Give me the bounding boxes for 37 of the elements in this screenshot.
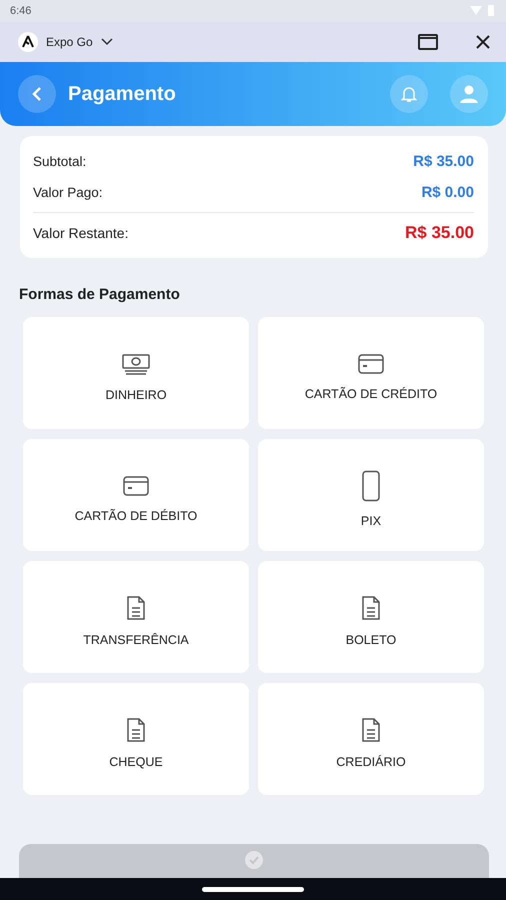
summary-label: Valor Restante: — [33, 224, 128, 240]
cash-icon — [121, 352, 151, 376]
app-name: Expo Go — [46, 35, 93, 49]
status-icons — [470, 5, 496, 17]
payment-method-button[interactable]: DINHEIRO — [23, 317, 249, 429]
summary-value: R$ 35.00 — [405, 222, 474, 242]
summary-label: Subtotal: — [33, 154, 86, 169]
document-icon — [361, 595, 381, 621]
credit-card-icon — [357, 353, 385, 375]
chevron-down-icon[interactable] — [100, 38, 113, 46]
close-icon[interactable] — [476, 35, 490, 49]
payment-method-button[interactable]: TRANSFERÊNCIA — [23, 561, 249, 673]
document-icon — [126, 717, 146, 743]
payment-method-button[interactable]: BOLETO — [258, 561, 484, 673]
page-title: Pagamento — [68, 82, 177, 106]
payment-method-button[interactable]: CHEQUE — [23, 683, 249, 795]
status-time: 6:46 — [10, 5, 32, 17]
summary-value: R$ 35.00 — [413, 153, 474, 170]
back-button[interactable] — [18, 75, 56, 113]
phone-icon — [361, 470, 381, 502]
credit-card-icon — [122, 475, 150, 497]
payment-method-button[interactable]: CREDIÁRIO — [258, 683, 484, 795]
home-handle[interactable] — [202, 886, 304, 892]
summary-value: R$ 0.00 — [421, 184, 474, 201]
user-icon — [459, 84, 479, 104]
document-icon — [361, 717, 381, 743]
bell-icon — [400, 85, 418, 103]
app-logo-icon — [18, 32, 38, 52]
chevron-left-icon — [30, 86, 44, 102]
maximize-icon[interactable] — [418, 34, 438, 50]
summary-label: Valor Pago: — [33, 185, 103, 200]
check-circle-icon — [244, 850, 264, 870]
payment-method-button[interactable]: CARTÃO DE DÉBITO — [23, 439, 249, 551]
document-icon — [126, 595, 146, 621]
payment-method-button[interactable]: CARTÃO DE CRÉDITO — [258, 317, 484, 429]
section-title: Formas de Pagamento — [19, 286, 181, 303]
payment-method-button[interactable]: PIX — [258, 439, 484, 551]
